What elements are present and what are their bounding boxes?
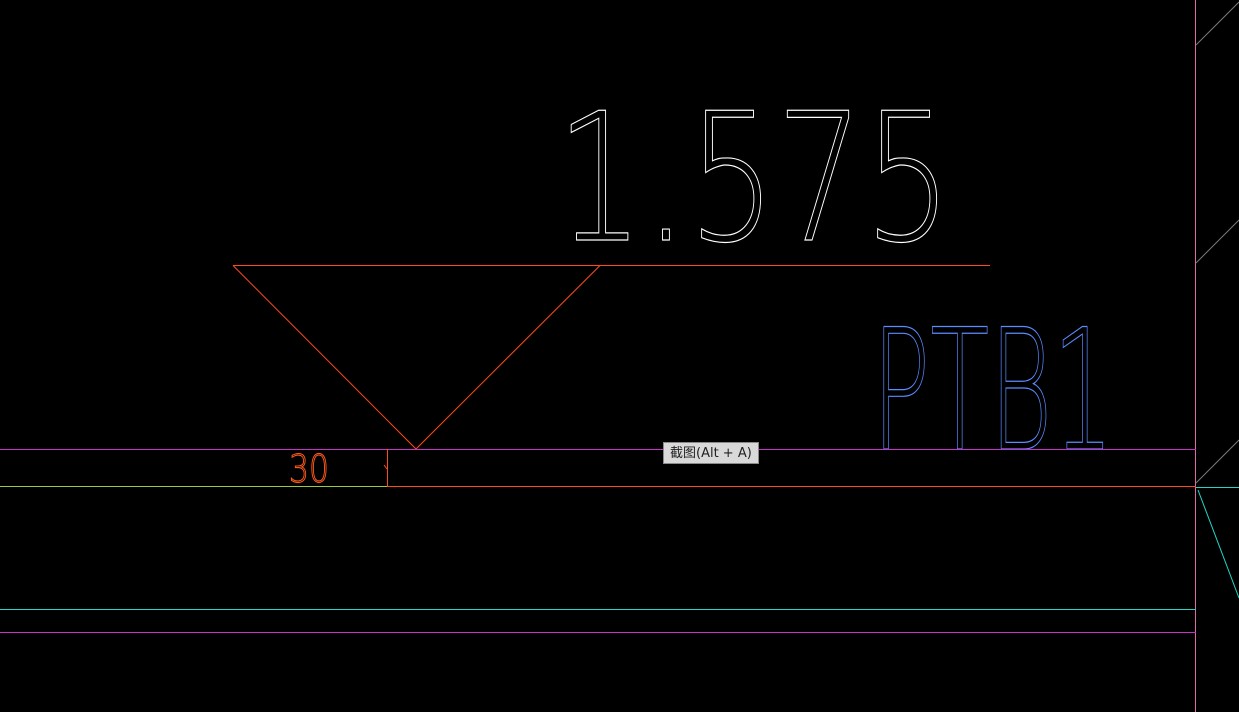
hatch-line [1195,439,1239,484]
cad-drawing-canvas[interactable]: 1.575 PTB1 30 [0,0,1239,712]
dimension-value-text: 30 [289,447,329,491]
member-label-text: PTB1 [872,293,1114,489]
cyan-diagonal-line [1197,489,1239,599]
hatch-line [1195,219,1239,264]
screenshot-tooltip: 截图(Alt + A) [663,442,759,464]
dimension-tick [383,464,388,470]
elevation-triangle [232,265,601,450]
hatch-line [1195,1,1239,46]
elevation-value-text: 1.575 [556,75,952,282]
